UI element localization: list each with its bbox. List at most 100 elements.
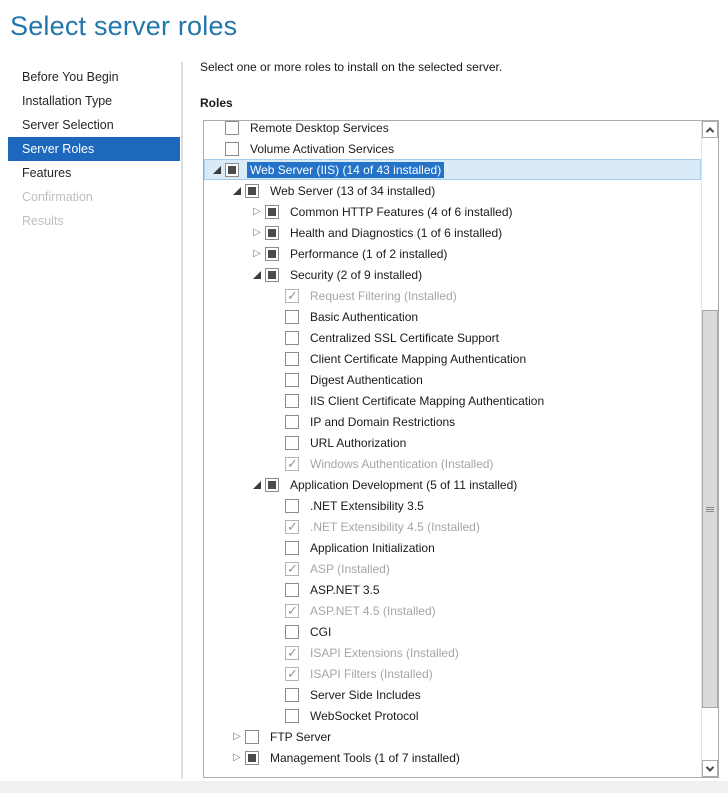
tree-row[interactable]: Health and Diagnostics (1 of 6 installed… <box>204 222 701 243</box>
tree-row[interactable]: Web Server (13 of 34 installed) <box>204 180 701 201</box>
expander-icon <box>269 708 285 724</box>
tree-row[interactable]: Remote Desktop Services <box>204 121 701 138</box>
checkbox[interactable] <box>285 666 299 681</box>
checkbox[interactable] <box>285 393 299 408</box>
checkbox[interactable] <box>285 414 299 429</box>
checkbox[interactable] <box>285 498 299 513</box>
expander-icon <box>269 330 285 346</box>
tree-row[interactable]: ISAPI Extensions (Installed) <box>204 642 701 663</box>
tree-row[interactable]: Application Initialization <box>204 537 701 558</box>
tree-row[interactable]: .NET Extensibility 3.5 <box>204 495 701 516</box>
tree-row[interactable]: Windows Authentication (Installed) <box>204 453 701 474</box>
sidebar-item-installation-type[interactable]: Installation Type <box>8 89 180 113</box>
checkbox[interactable] <box>265 477 279 492</box>
checkbox[interactable] <box>285 561 299 576</box>
tree-row[interactable]: Volume Activation Services <box>204 138 701 159</box>
checkbox[interactable] <box>265 204 279 219</box>
vertical-scrollbar[interactable] <box>701 121 718 777</box>
collapsed-triangle-icon[interactable] <box>249 246 265 262</box>
expanded-triangle-icon[interactable] <box>209 162 225 178</box>
checkbox[interactable] <box>265 267 279 282</box>
tree-row-label: Common HTTP Features (4 of 6 installed) <box>290 204 513 219</box>
tree-row[interactable]: Server Side Includes <box>204 684 701 705</box>
tree-row[interactable]: Client Certificate Mapping Authenticatio… <box>204 348 701 369</box>
sidebar-item-results[interactable]: Results <box>8 209 180 233</box>
checkbox[interactable] <box>285 540 299 555</box>
tree-row[interactable]: IP and Domain Restrictions <box>204 411 701 432</box>
tree-row[interactable]: Performance (1 of 2 installed) <box>204 243 701 264</box>
expander-icon <box>269 456 285 472</box>
scrollbar-thumb[interactable] <box>702 310 718 708</box>
tree-row-label: Performance (1 of 2 installed) <box>290 246 448 261</box>
scroll-down-button[interactable] <box>702 760 718 777</box>
sidebar-item-server-selection[interactable]: Server Selection <box>8 113 180 137</box>
tree-row[interactable]: CGI <box>204 621 701 642</box>
checkbox[interactable] <box>285 351 299 366</box>
tree-row[interactable]: Application Development (5 of 11 install… <box>204 474 701 495</box>
checkbox[interactable] <box>285 309 299 324</box>
checkbox[interactable] <box>265 225 279 240</box>
tree-row[interactable]: Management Tools (1 of 7 installed) <box>204 747 701 768</box>
tree-row[interactable]: ASP.NET 4.5 (Installed) <box>204 600 701 621</box>
checkbox[interactable] <box>285 645 299 660</box>
sidebar-item-before-you-begin[interactable]: Before You Begin <box>8 65 180 89</box>
checkbox[interactable] <box>245 729 259 744</box>
tree-row[interactable]: Centralized SSL Certificate Support <box>204 327 701 348</box>
collapsed-triangle-icon[interactable] <box>249 204 265 220</box>
checkbox[interactable] <box>225 121 239 135</box>
sidebar-item-features[interactable]: Features <box>8 161 180 185</box>
tree-row[interactable]: Web Server (IIS) (14 of 43 installed) <box>204 159 701 180</box>
checkbox[interactable] <box>265 246 279 261</box>
checkbox[interactable] <box>285 330 299 345</box>
tree-row-label: WebSocket Protocol <box>310 708 419 723</box>
checkbox[interactable] <box>285 372 299 387</box>
tree-row[interactable]: Security (2 of 9 installed) <box>204 264 701 285</box>
tree-row-label: IP and Domain Restrictions <box>310 414 456 429</box>
checkbox[interactable] <box>245 750 259 765</box>
checkbox[interactable] <box>285 624 299 639</box>
checkbox[interactable] <box>245 183 259 198</box>
expander-icon <box>269 540 285 556</box>
checkbox[interactable] <box>225 162 239 177</box>
sidebar-item-confirmation[interactable]: Confirmation <box>8 185 180 209</box>
tree-row-label: FTP Server <box>270 729 332 744</box>
tree-row[interactable]: IIS Client Certificate Mapping Authentic… <box>204 390 701 411</box>
tree-row[interactable]: Request Filtering (Installed) <box>204 285 701 306</box>
tree-row[interactable]: .NET Extensibility 4.5 (Installed) <box>204 516 701 537</box>
tree-row[interactable]: FTP Server <box>204 726 701 747</box>
checkbox[interactable] <box>285 687 299 702</box>
tree-row[interactable]: Basic Authentication <box>204 306 701 327</box>
expanded-triangle-icon[interactable] <box>249 477 265 493</box>
expanded-triangle-icon[interactable] <box>229 183 245 199</box>
tree-row[interactable]: ASP (Installed) <box>204 558 701 579</box>
scroll-up-button[interactable] <box>702 121 718 138</box>
tree-row-label: Windows Authentication (Installed) <box>310 456 494 471</box>
tree-row-label: Application Development (5 of 11 install… <box>290 477 518 492</box>
checkbox[interactable] <box>285 519 299 534</box>
checkbox[interactable] <box>285 603 299 618</box>
checkbox[interactable] <box>285 456 299 471</box>
checkbox[interactable] <box>285 435 299 450</box>
tree-row[interactable]: Digest Authentication <box>204 369 701 390</box>
collapsed-triangle-icon[interactable] <box>229 729 245 745</box>
expander-icon <box>269 519 285 535</box>
tree-row[interactable]: Common HTTP Features (4 of 6 installed) <box>204 201 701 222</box>
tree-row[interactable]: ISAPI Filters (Installed) <box>204 663 701 684</box>
checkbox[interactable] <box>285 288 299 303</box>
checkbox[interactable] <box>285 708 299 723</box>
collapsed-triangle-icon[interactable] <box>229 750 245 766</box>
tree-row-label: CGI <box>310 624 332 639</box>
sidebar-item-server-roles[interactable]: Server Roles <box>8 137 180 161</box>
checkbox[interactable] <box>285 582 299 597</box>
collapsed-triangle-icon[interactable] <box>249 225 265 241</box>
checkbox[interactable] <box>225 141 239 156</box>
roles-label: Roles <box>200 96 233 110</box>
tree-row-label: Server Side Includes <box>310 687 421 702</box>
tree-row[interactable]: ASP.NET 3.5 <box>204 579 701 600</box>
expanded-triangle-icon[interactable] <box>249 267 265 283</box>
tree-row-label: Client Certificate Mapping Authenticatio… <box>310 351 527 366</box>
expander-icon <box>269 603 285 619</box>
tree-row[interactable]: URL Authorization <box>204 432 701 453</box>
tree-row-label: ASP (Installed) <box>310 561 390 576</box>
tree-row[interactable]: WebSocket Protocol <box>204 705 701 726</box>
